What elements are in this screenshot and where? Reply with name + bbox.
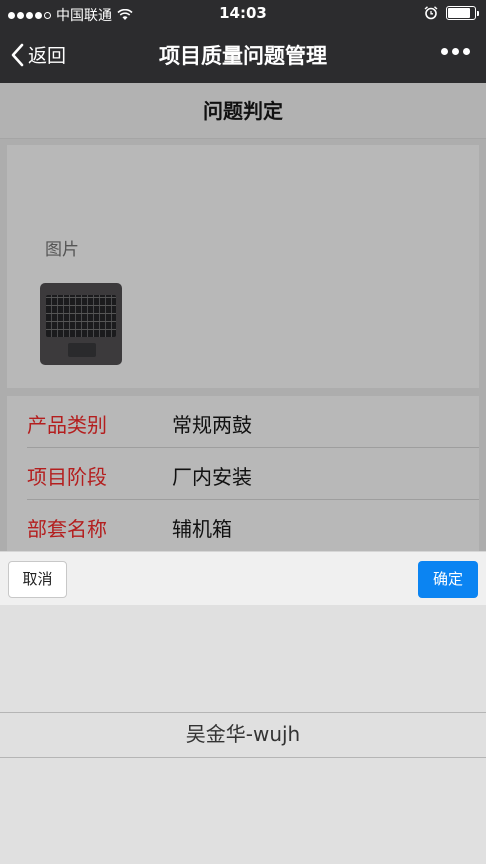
image-label: 图片 [45, 240, 79, 260]
info-row-component-name[interactable]: 部套名称 辅机箱 [27, 500, 479, 552]
info-label: 产品类别 [27, 413, 107, 437]
info-row-product-category[interactable]: 产品类别 常规两鼓 [27, 396, 479, 448]
info-label: 部套名称 [27, 517, 107, 541]
picker-wheel[interactable]: 吴金华-wujh [0, 605, 486, 864]
info-value: 常规两鼓 [172, 413, 252, 437]
confirm-button[interactable]: 确定 [418, 561, 478, 598]
info-label: 项目阶段 [27, 465, 107, 489]
alarm-icon [424, 6, 438, 20]
picker-selection-line-bottom [0, 757, 486, 758]
screen: 中国联通 14:03 返回 项目质量问题管理 问题判定 图片 产品类别 常规两鼓… [0, 0, 486, 864]
status-bar: 中国联通 14:03 [0, 0, 486, 28]
info-row-project-stage[interactable]: 项目阶段 厂内安装 [27, 448, 479, 500]
keyboard-photo-thumbnail[interactable] [40, 283, 122, 365]
more-icon[interactable] [441, 48, 470, 55]
cancel-button[interactable]: 取消 [8, 561, 67, 598]
nav-bar: 返回 项目质量问题管理 [0, 28, 486, 83]
status-right [424, 6, 479, 20]
nav-title: 项目质量问题管理 [159, 44, 327, 68]
info-value: 厂内安装 [172, 465, 252, 489]
picker-toolbar: 取消 确定 [0, 551, 486, 605]
info-value: 辅机箱 [172, 517, 232, 541]
battery-icon [446, 6, 479, 20]
status-time: 14:03 [219, 4, 267, 22]
page-title: 问题判定 [0, 83, 486, 139]
picker-selected-option[interactable]: 吴金华-wujh [0, 712, 486, 757]
keyboard-key-rows [46, 295, 116, 337]
keyboard-touchpad [68, 343, 96, 357]
info-section: 产品类别 常规两鼓 项目阶段 厂内安装 部套名称 辅机箱 [7, 396, 479, 551]
image-section: 图片 [7, 145, 479, 388]
